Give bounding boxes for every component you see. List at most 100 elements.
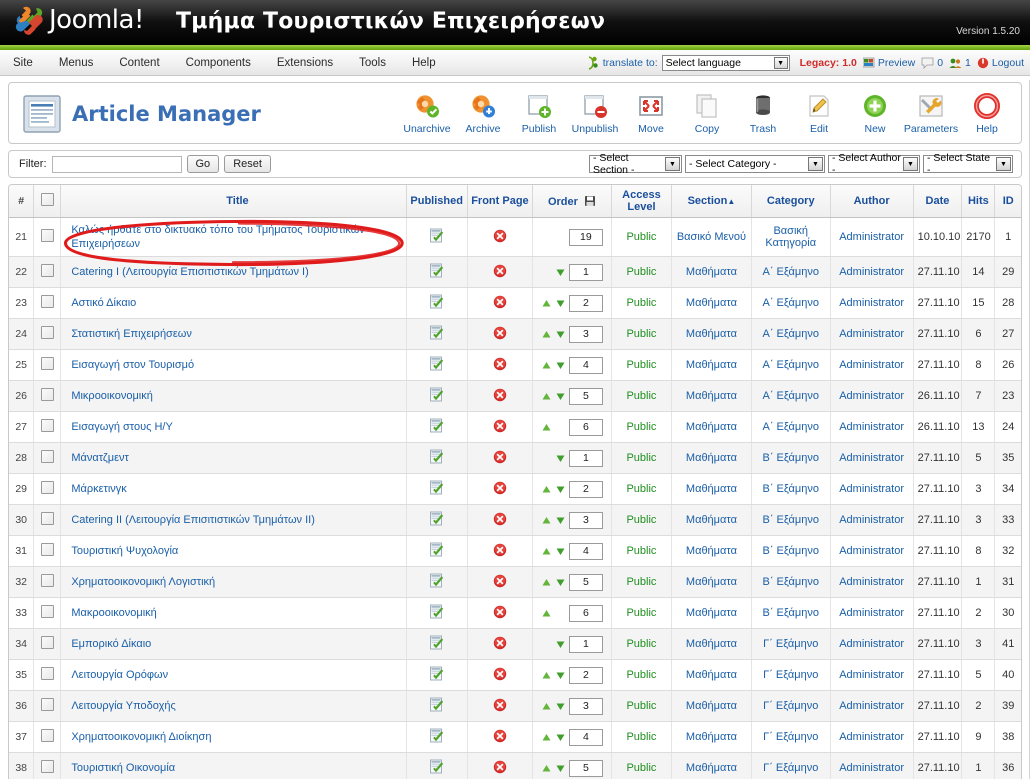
front-page-cross-icon[interactable] <box>493 419 507 433</box>
category-link[interactable]: Β΄ Εξάμηνο <box>763 483 819 495</box>
access-level-value[interactable]: Public <box>626 700 656 712</box>
front-page-cross-icon[interactable] <box>493 605 507 619</box>
messages-indicator[interactable]: 0 <box>921 57 943 69</box>
section-link[interactable]: Μαθήματα <box>686 359 737 371</box>
menu-item-menus[interactable]: Menus <box>46 50 107 76</box>
col-header-access-level[interactable]: Access Level <box>611 185 673 218</box>
row-checkbox[interactable] <box>40 357 54 370</box>
filter-input[interactable] <box>51 155 182 173</box>
move-up-icon[interactable] <box>542 733 551 742</box>
col-header-category[interactable]: Category <box>751 185 831 218</box>
menu-item-components[interactable]: Components <box>173 50 264 76</box>
move-down-icon[interactable] <box>556 299 565 308</box>
logout-link[interactable]: Logout <box>977 57 1024 69</box>
col-header-front-page[interactable]: Front Page <box>467 185 534 218</box>
access-level-value[interactable]: Public <box>626 390 656 402</box>
move-up-icon[interactable] <box>542 578 551 587</box>
author-link[interactable]: Administrator <box>839 483 904 495</box>
published-check-icon[interactable] <box>429 418 445 434</box>
access-level-value[interactable]: Public <box>626 669 656 681</box>
row-checkbox[interactable] <box>40 264 54 277</box>
archive-button[interactable]: Archive <box>455 87 511 135</box>
author-link[interactable]: Administrator <box>839 700 904 712</box>
section-link[interactable]: Μαθήματα <box>686 669 737 681</box>
author-link[interactable]: Administrator <box>839 452 904 464</box>
published-check-icon[interactable] <box>429 635 445 651</box>
category-link[interactable]: Βασική Κατηγορία <box>765 225 816 249</box>
order-value-input[interactable]: 2 <box>568 294 603 312</box>
category-link[interactable]: Α΄ Εξάμηνο <box>763 421 819 433</box>
col-header-checkbox[interactable] <box>33 185 62 218</box>
move-up-icon[interactable] <box>542 485 551 494</box>
col-header-section[interactable]: Section▲ <box>671 185 752 218</box>
access-level-value[interactable]: Public <box>626 731 656 743</box>
author-link[interactable]: Administrator <box>839 638 904 650</box>
category-link[interactable]: Γ΄ Εξάμηνο <box>763 700 818 712</box>
order-value-input[interactable]: 2 <box>568 666 603 684</box>
category-link[interactable]: Γ΄ Εξάμηνο <box>763 669 818 681</box>
row-checkbox[interactable] <box>40 729 54 742</box>
move-down-icon[interactable] <box>556 485 565 494</box>
category-link[interactable]: Β΄ Εξάμηνο <box>763 607 819 619</box>
front-page-cross-icon[interactable] <box>493 264 507 278</box>
published-check-icon[interactable] <box>429 573 445 589</box>
access-level-value[interactable]: Public <box>626 328 656 340</box>
article-title-link[interactable]: Χρηματοοικονομική Λογιστική <box>71 575 215 589</box>
col-header-hits[interactable]: Hits <box>961 185 996 218</box>
unpublish-button[interactable]: Unpublish <box>567 87 623 135</box>
author-link[interactable]: Administrator <box>839 359 904 371</box>
section-link[interactable]: Μαθήματα <box>686 452 737 464</box>
order-value-input[interactable]: 1 <box>568 449 603 467</box>
new-button[interactable]: New <box>847 87 903 135</box>
section-link[interactable]: Μαθήματα <box>686 483 737 495</box>
author-link[interactable]: Administrator <box>839 421 904 433</box>
category-link[interactable]: Α΄ Εξάμηνο <box>763 328 819 340</box>
move-down-icon[interactable] <box>556 268 565 277</box>
published-check-icon[interactable] <box>429 263 445 279</box>
article-title-link[interactable]: Καλώς ήρθατε στο δικτυακό τόπο του Τμήμα… <box>71 223 401 251</box>
access-level-value[interactable]: Public <box>626 576 656 588</box>
move-down-icon[interactable] <box>556 733 565 742</box>
row-checkbox[interactable] <box>40 636 54 649</box>
move-down-icon[interactable] <box>556 702 565 711</box>
published-check-icon[interactable] <box>429 325 445 341</box>
access-level-value[interactable]: Public <box>626 359 656 371</box>
author-link[interactable]: Administrator <box>839 669 904 681</box>
row-checkbox[interactable] <box>40 698 54 711</box>
order-value-input[interactable]: 5 <box>568 573 603 591</box>
row-checkbox[interactable] <box>40 605 54 618</box>
move-down-icon[interactable] <box>556 516 565 525</box>
copy-button[interactable]: Copy <box>679 87 735 135</box>
access-level-value[interactable]: Public <box>626 514 656 526</box>
front-page-cross-icon[interactable] <box>493 481 507 495</box>
order-value-input[interactable]: 5 <box>568 759 603 777</box>
author-link[interactable]: Administrator <box>839 328 904 340</box>
menu-item-extensions[interactable]: Extensions <box>264 50 346 76</box>
order-value-input[interactable]: 6 <box>568 604 603 622</box>
publish-button[interactable]: Publish <box>511 87 567 135</box>
order-value-input[interactable]: 6 <box>568 418 603 436</box>
section-link[interactable]: Μαθήματα <box>686 514 737 526</box>
move-up-icon[interactable] <box>542 547 551 556</box>
section-link[interactable]: Μαθήματα <box>686 731 737 743</box>
move-down-icon[interactable] <box>556 764 565 773</box>
select-category-dropdown[interactable]: - Select Category - ▼ <box>685 155 825 173</box>
move-down-icon[interactable] <box>556 671 565 680</box>
access-level-value[interactable]: Public <box>626 545 656 557</box>
article-title-link[interactable]: Λειτουργία Υποδοχής <box>71 699 175 713</box>
row-checkbox[interactable] <box>40 481 54 494</box>
category-link[interactable]: Γ΄ Εξάμηνο <box>763 731 818 743</box>
article-title-link[interactable]: Catering II (Λειτουργία Επισιτιστικών Τμ… <box>71 513 315 527</box>
move-up-icon[interactable] <box>542 764 551 773</box>
move-up-icon[interactable] <box>542 392 551 401</box>
author-link[interactable]: Administrator <box>839 762 904 774</box>
author-link[interactable]: Administrator <box>839 731 904 743</box>
front-page-cross-icon[interactable] <box>493 229 507 243</box>
section-link[interactable]: Μαθήματα <box>686 762 737 774</box>
move-down-icon[interactable] <box>556 392 565 401</box>
preview-link[interactable]: Preview <box>862 57 915 69</box>
order-value-input[interactable]: 19 <box>568 228 603 246</box>
article-title-link[interactable]: Εισαγωγή στον Τουρισμό <box>71 358 194 372</box>
row-checkbox[interactable] <box>40 419 54 432</box>
author-link[interactable]: Administrator <box>839 390 904 402</box>
